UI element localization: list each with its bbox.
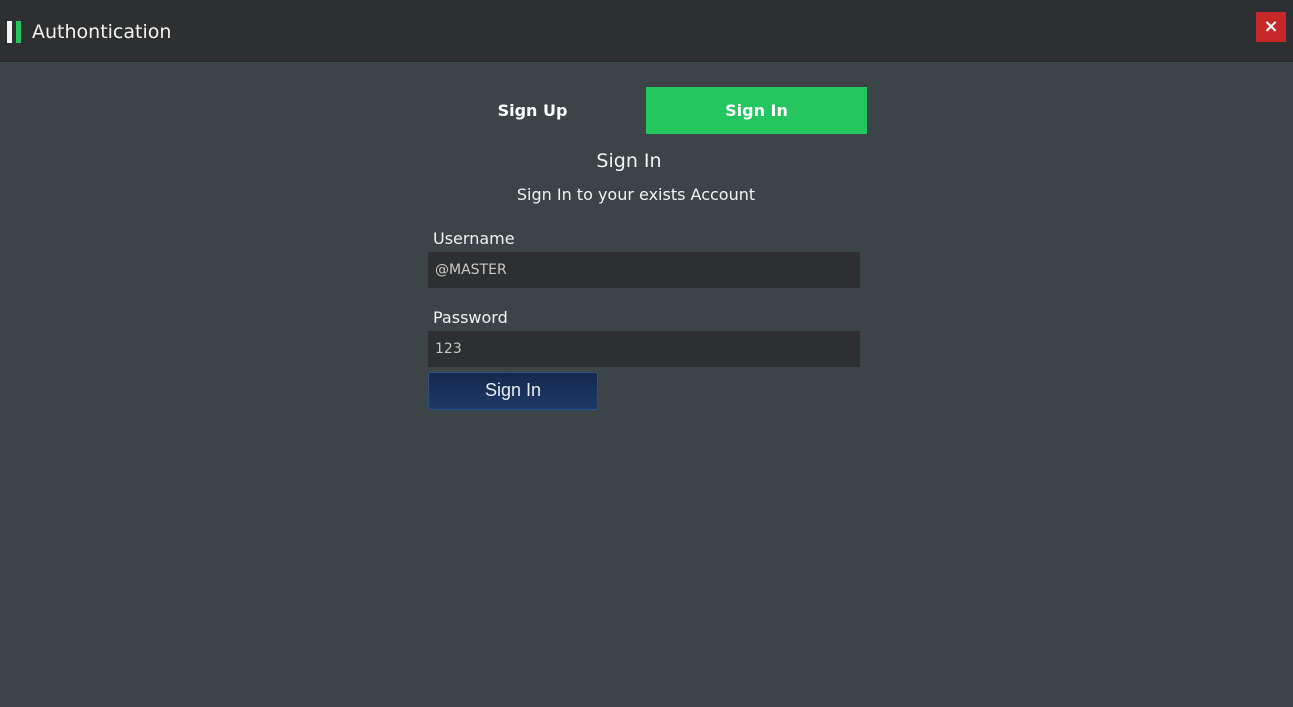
close-icon[interactable]: ×: [1256, 12, 1286, 42]
sign-in-button[interactable]: Sign In: [428, 372, 598, 410]
title-bar: Authontication ×: [0, 0, 1293, 62]
logo-bar-white: [7, 21, 12, 43]
window-title: Authontication: [32, 21, 172, 43]
auth-window: Authontication × Sign Up Sign In Sign In…: [0, 0, 1293, 707]
password-input[interactable]: [428, 331, 860, 367]
tab-sign-in[interactable]: Sign In: [646, 87, 867, 134]
form-subheading: Sign In to your exists Account: [516, 185, 756, 204]
tab-sign-up[interactable]: Sign Up: [422, 87, 643, 134]
username-label: Username: [433, 229, 515, 248]
username-input[interactable]: [428, 252, 860, 288]
password-label: Password: [433, 308, 508, 327]
form-heading: Sign In: [596, 150, 662, 172]
logo-bar-green: [16, 21, 21, 43]
two-bar-logo-icon: [7, 21, 23, 43]
